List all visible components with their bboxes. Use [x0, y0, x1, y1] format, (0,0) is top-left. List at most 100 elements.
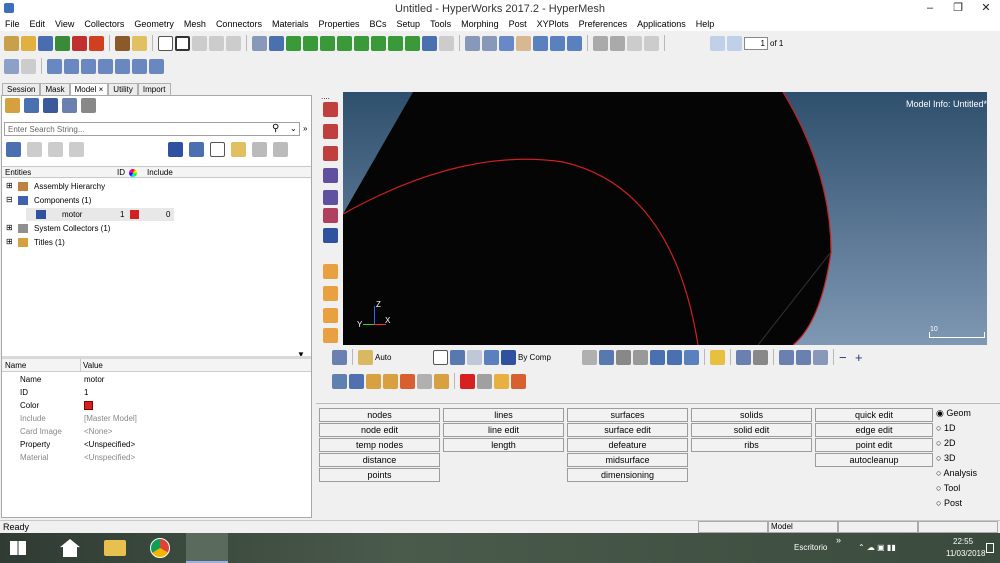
menu-button-length[interactable]: length	[443, 438, 564, 452]
star-icon[interactable]	[710, 349, 725, 365]
find-icon[interactable]	[349, 373, 364, 389]
arrow-right-icon[interactable]	[796, 349, 811, 365]
plane-display-icon[interactable]	[633, 349, 648, 365]
view-axis-icon[interactable]	[354, 35, 369, 51]
menu-button-lines[interactable]: lines	[443, 408, 564, 422]
pan-hand-icon[interactable]	[516, 35, 531, 51]
radio-analysis[interactable]: ○ Analysis	[936, 468, 1000, 483]
menu-preferences[interactable]: Preferences	[574, 17, 633, 31]
graphics-viewport[interactable]: Model Info: Untitled* Z X Y 10	[343, 92, 987, 345]
wire-icon[interactable]	[433, 349, 448, 365]
menu-collectors[interactable]: Collectors	[79, 17, 129, 31]
property-value[interactable]: <Unspecified>	[84, 440, 135, 449]
disabled-icon[interactable]	[439, 35, 454, 51]
tray-icons[interactable]: ⌃ ☁ ▣ ▮▮	[858, 543, 918, 553]
radio-tool[interactable]: ○ Tool	[936, 483, 1000, 498]
translate-icon[interactable]	[366, 373, 381, 389]
label-icon[interactable]	[323, 328, 338, 343]
property-value[interactable]: motor	[84, 375, 104, 384]
include-column-header[interactable]: Include	[147, 168, 173, 177]
ppt-export-icon[interactable]	[89, 35, 104, 51]
id-column-header[interactable]: ID	[117, 168, 125, 177]
tree-row-titles[interactable]: ⊞ Titles (1)	[6, 236, 306, 249]
color-mode-dropdown[interactable]: By Comp	[518, 353, 580, 362]
browser-view-icon[interactable]	[43, 98, 58, 113]
menu-post[interactable]: Post	[504, 17, 532, 31]
radio-post[interactable]: ○ Post	[936, 498, 1000, 513]
menu-button-edge-edit[interactable]: edge edit	[815, 423, 933, 437]
menu-button-temp-nodes[interactable]: temp nodes	[319, 438, 440, 452]
label-icon[interactable]	[323, 286, 338, 301]
tree-row-system-collectors[interactable]: ⊞ System Collectors (1)	[6, 222, 306, 235]
organize-icon[interactable]	[434, 373, 449, 389]
view-axis-icon[interactable]	[337, 35, 352, 51]
tree-row-components[interactable]: ⊟ Components (1)	[6, 194, 306, 207]
tree-row-motor[interactable]: motor 1 0	[26, 208, 174, 221]
collector-icon[interactable]	[189, 142, 204, 157]
geom-view-icon[interactable]	[323, 146, 338, 161]
geom-view-icon[interactable]	[323, 124, 338, 139]
folder-icon[interactable]	[132, 35, 147, 51]
view-layout-icon[interactable]	[332, 349, 347, 365]
browser-view-icon[interactable]	[24, 98, 39, 113]
tab-utility[interactable]: Utility	[108, 83, 138, 95]
auto-icon[interactable]	[358, 349, 373, 365]
display-icon[interactable]	[667, 349, 682, 365]
view-axis-icon[interactable]	[388, 35, 403, 51]
folder-icon[interactable]	[231, 142, 246, 157]
menu-button-distance[interactable]: distance	[319, 453, 440, 467]
square-icon[interactable]	[175, 35, 190, 51]
monitor-icon[interactable]	[684, 349, 699, 365]
menu-mesh[interactable]: Mesh	[179, 17, 211, 31]
component-icon[interactable]	[168, 142, 183, 157]
close-icon[interactable]: ×	[99, 85, 104, 94]
color-swatch[interactable]	[84, 401, 93, 410]
disabled-icon[interactable]	[192, 35, 207, 51]
measure-icon[interactable]	[323, 264, 338, 279]
auto-dropdown[interactable]: Auto	[375, 353, 431, 362]
radio-1d[interactable]: ○ 1D	[936, 423, 1000, 438]
file-explorer-icon[interactable]	[104, 540, 126, 556]
property-row-color[interactable]: Color	[4, 399, 311, 412]
geom-view-icon[interactable]	[323, 168, 338, 183]
tab-model[interactable]: Model ×	[69, 83, 109, 95]
info-icon[interactable]	[323, 228, 338, 243]
menu-button-surface-edit[interactable]: surface edit	[567, 423, 688, 437]
entity-filter-icon[interactable]	[6, 142, 21, 157]
check-icon[interactable]	[511, 373, 526, 389]
menu-button-dimensioning[interactable]: dimensioning	[567, 468, 688, 482]
move-horizontal-icon[interactable]	[533, 35, 548, 51]
redo-icon[interactable]	[21, 58, 36, 74]
tiles-icon[interactable]	[477, 373, 492, 389]
menu-button-solid-edit[interactable]: solid edit	[691, 423, 812, 437]
component-color-swatch[interactable]	[130, 210, 139, 219]
page-forward-icon[interactable]	[727, 35, 742, 51]
property-row-name[interactable]: Name motor	[4, 373, 311, 386]
eye-icon[interactable]	[252, 142, 267, 157]
cursor-icon[interactable]	[210, 142, 225, 157]
arrow-left-icon[interactable]	[779, 349, 794, 365]
menu-button-defeature[interactable]: defeature	[567, 438, 688, 452]
menu-tools[interactable]: Tools	[425, 17, 456, 31]
windows-start-icon[interactable]	[10, 541, 26, 555]
mesh-display-icon[interactable]	[582, 349, 597, 365]
tab-mask[interactable]: Mask	[40, 83, 70, 95]
new-model-icon[interactable]	[4, 35, 19, 51]
clock-time[interactable]: 22:55	[953, 537, 973, 546]
layout-icon[interactable]	[81, 58, 96, 74]
menu-file[interactable]: File	[0, 17, 25, 31]
property-value[interactable]: 1	[84, 388, 88, 397]
solid-display-icon[interactable]	[650, 349, 665, 365]
disabled-icon[interactable]	[627, 35, 642, 51]
undo-icon[interactable]	[4, 58, 19, 74]
property-row-property[interactable]: Property <Unspecified>	[4, 438, 311, 451]
rotate-icon[interactable]	[499, 35, 514, 51]
by-comp-icon[interactable]	[501, 349, 516, 365]
menu-bcs[interactable]: BCs	[365, 17, 392, 31]
disabled-icon[interactable]	[209, 35, 224, 51]
menu-edit[interactable]: Edit	[25, 17, 51, 31]
line-display-icon[interactable]	[616, 349, 631, 365]
back-view-icon[interactable]	[269, 35, 284, 51]
search-input[interactable]: Enter Search String...	[4, 122, 300, 136]
layout-icon[interactable]	[115, 58, 130, 74]
